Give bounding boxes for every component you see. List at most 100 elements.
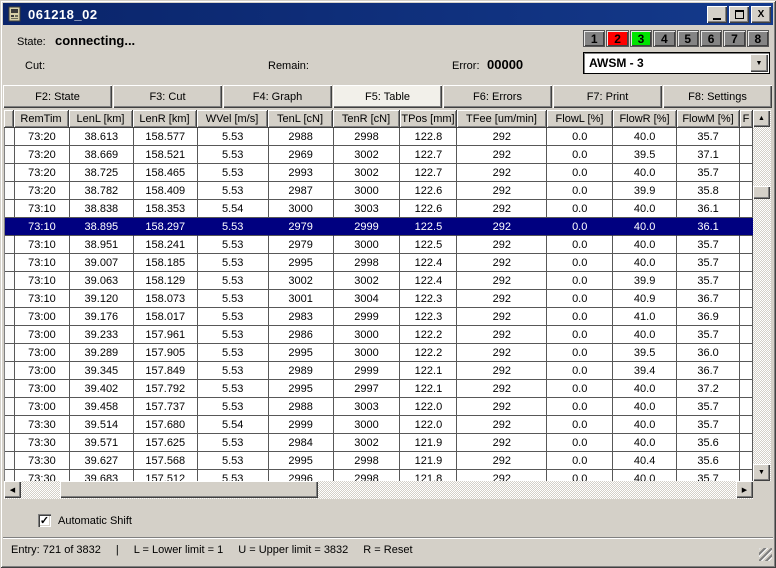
unit-button-strip: 12345678 bbox=[583, 30, 770, 47]
table-cell: 73:00 bbox=[15, 380, 70, 398]
table-cell: 121.8 bbox=[400, 470, 457, 481]
table-row[interactable]: 73:2038.725158.4655.5329933002122.72920.… bbox=[5, 164, 753, 182]
table-cell bbox=[740, 326, 753, 344]
table-cell: 5.53 bbox=[198, 236, 269, 254]
table-cell: 0.0 bbox=[547, 452, 613, 470]
table-cell: 5.53 bbox=[198, 344, 269, 362]
table-cell: 2995 bbox=[269, 452, 334, 470]
scroll-right-button[interactable]: ▶ bbox=[736, 481, 753, 498]
table-cell: 39.5 bbox=[613, 146, 677, 164]
column-header-lenr-km: LenR [km] bbox=[133, 110, 197, 128]
table-cell: 121.9 bbox=[400, 434, 457, 452]
tab-f4-graph[interactable]: F4: Graph bbox=[223, 85, 332, 108]
table-cell: 38.951 bbox=[70, 236, 134, 254]
table-cell: 157.961 bbox=[134, 326, 198, 344]
table-row[interactable]: 73:0039.458157.7375.5329883003122.02920.… bbox=[5, 398, 753, 416]
table-row[interactable]: 73:0039.289157.9055.5329953000122.22920.… bbox=[5, 344, 753, 362]
table-cell: 3002 bbox=[334, 272, 401, 290]
table-body: 73:2038.613158.5775.5329882998122.82920.… bbox=[4, 128, 753, 481]
table-cell: 40.0 bbox=[613, 434, 677, 452]
table-row[interactable]: 73:3039.514157.6805.5429993000122.02920.… bbox=[5, 416, 753, 434]
tab-f3-cut[interactable]: F3: Cut bbox=[113, 85, 222, 108]
table-cell: 39.9 bbox=[613, 182, 677, 200]
table-cell: 73:20 bbox=[15, 128, 70, 146]
unit-button-1[interactable]: 1 bbox=[583, 30, 605, 47]
table-row[interactable]: 73:0039.176158.0175.5329832999122.32920.… bbox=[5, 308, 753, 326]
tab-f8-settings[interactable]: F8: Settings bbox=[663, 85, 772, 108]
table-row[interactable]: 73:1038.838158.3535.5430003003122.62920.… bbox=[5, 200, 753, 218]
minimize-button[interactable] bbox=[707, 6, 727, 23]
table-cell: 158.577 bbox=[134, 128, 198, 146]
table-cell: 37.2 bbox=[677, 380, 740, 398]
table-cell: 5.53 bbox=[198, 380, 269, 398]
column-header-tfee-um-min: TFee [um/min] bbox=[457, 110, 547, 128]
table-cell: 158.297 bbox=[134, 218, 198, 236]
scroll-up-button[interactable]: ▲ bbox=[753, 110, 770, 127]
unit-button-2[interactable]: 2 bbox=[606, 30, 628, 47]
table-row[interactable]: 73:2038.613158.5775.5329882998122.82920.… bbox=[5, 128, 753, 146]
table-row[interactable]: 73:3039.571157.6255.5329843002121.92920.… bbox=[5, 434, 753, 452]
tab-f7-print[interactable]: F7: Print bbox=[553, 85, 662, 108]
table-cell: 292 bbox=[457, 362, 547, 380]
chevron-down-icon: ▼ bbox=[756, 60, 763, 67]
table-cell: 39.402 bbox=[70, 380, 134, 398]
table-row[interactable]: 73:1038.951158.2415.5329793000122.52920.… bbox=[5, 236, 753, 254]
unit-button-3[interactable]: 3 bbox=[630, 30, 652, 47]
horizontal-scrollbar[interactable]: ◀ ▶ bbox=[4, 481, 753, 499]
table-cell: 292 bbox=[457, 398, 547, 416]
tab-f6-errors[interactable]: F6: Errors bbox=[443, 85, 552, 108]
table-row[interactable]: 73:1039.120158.0735.5330013004122.32920.… bbox=[5, 290, 753, 308]
maximize-button[interactable] bbox=[729, 6, 749, 23]
table-cell: 35.7 bbox=[677, 164, 740, 182]
unit-button-6[interactable]: 6 bbox=[700, 30, 722, 47]
table-cell: 2999 bbox=[334, 362, 401, 380]
table-row[interactable]: 73:1038.895158.2975.5329792999122.52920.… bbox=[5, 218, 753, 236]
table-cell: 2969 bbox=[269, 146, 334, 164]
table-cell: 39.176 bbox=[70, 308, 134, 326]
close-icon: X bbox=[758, 9, 765, 20]
table-cell: 5.53 bbox=[198, 308, 269, 326]
tab-f2-state[interactable]: F2: State bbox=[3, 85, 112, 108]
close-button[interactable]: X bbox=[751, 6, 771, 23]
table-cell: 38.782 bbox=[70, 182, 134, 200]
table-cell: 158.353 bbox=[134, 200, 198, 218]
horizontal-scroll-thumb[interactable] bbox=[60, 481, 318, 498]
tab-f5-table[interactable]: F5: Table bbox=[333, 85, 442, 108]
table-cell: 157.512 bbox=[134, 470, 198, 481]
table-cell: 2998 bbox=[334, 254, 401, 272]
table-cell: 36.7 bbox=[677, 290, 740, 308]
table-row[interactable]: 73:0039.345157.8495.5329892999122.12920.… bbox=[5, 362, 753, 380]
table-cell: 0.0 bbox=[547, 326, 613, 344]
table-cell: 35.7 bbox=[677, 416, 740, 434]
app-window: 061218_02 X State: connecting... Cut: Re… bbox=[0, 0, 776, 568]
unit-button-4[interactable]: 4 bbox=[653, 30, 675, 47]
unit-button-7[interactable]: 7 bbox=[723, 30, 745, 47]
table-cell: 40.0 bbox=[613, 218, 677, 236]
scroll-down-button[interactable]: ▼ bbox=[753, 464, 770, 481]
table-row[interactable]: 73:2038.669158.5215.5329693002122.72920.… bbox=[5, 146, 753, 164]
device-select[interactable]: AWSM - 3 ▼ bbox=[583, 52, 770, 74]
table-cell: 0.0 bbox=[547, 164, 613, 182]
automatic-shift-checkbox[interactable]: ✓ bbox=[38, 514, 51, 527]
vertical-scrollbar[interactable]: ▲ ▼ bbox=[753, 110, 771, 481]
table-row[interactable]: 73:1039.063158.1295.5330023002122.42920.… bbox=[5, 272, 753, 290]
scroll-left-icon: ◀ bbox=[10, 486, 15, 494]
unit-button-5[interactable]: 5 bbox=[677, 30, 699, 47]
resize-grip-icon[interactable] bbox=[759, 548, 772, 561]
unit-button-8[interactable]: 8 bbox=[747, 30, 769, 47]
scroll-left-button[interactable]: ◀ bbox=[4, 481, 21, 498]
table-cell: 35.7 bbox=[677, 254, 740, 272]
device-select-value: AWSM - 3 bbox=[584, 56, 750, 70]
table-row[interactable]: 73:3039.683157.5125.5329962998121.82920.… bbox=[5, 470, 753, 481]
table-cell bbox=[740, 434, 753, 452]
table-row[interactable]: 73:0039.402157.7925.5329952997122.12920.… bbox=[5, 380, 753, 398]
table-row[interactable]: 73:3039.627157.5685.5329952998121.92920.… bbox=[5, 452, 753, 470]
row-margin bbox=[5, 344, 15, 362]
table-cell: 122.0 bbox=[400, 398, 457, 416]
table-row[interactable]: 73:2038.782158.4095.5329873000122.62920.… bbox=[5, 182, 753, 200]
table-row[interactable]: 73:0039.233157.9615.5329863000122.22920.… bbox=[5, 326, 753, 344]
table-row[interactable]: 73:1039.007158.1855.5329952998122.42920.… bbox=[5, 254, 753, 272]
dropdown-arrow-button[interactable]: ▼ bbox=[750, 54, 768, 72]
table-cell: 35.7 bbox=[677, 326, 740, 344]
vertical-scroll-thumb[interactable] bbox=[753, 186, 770, 199]
